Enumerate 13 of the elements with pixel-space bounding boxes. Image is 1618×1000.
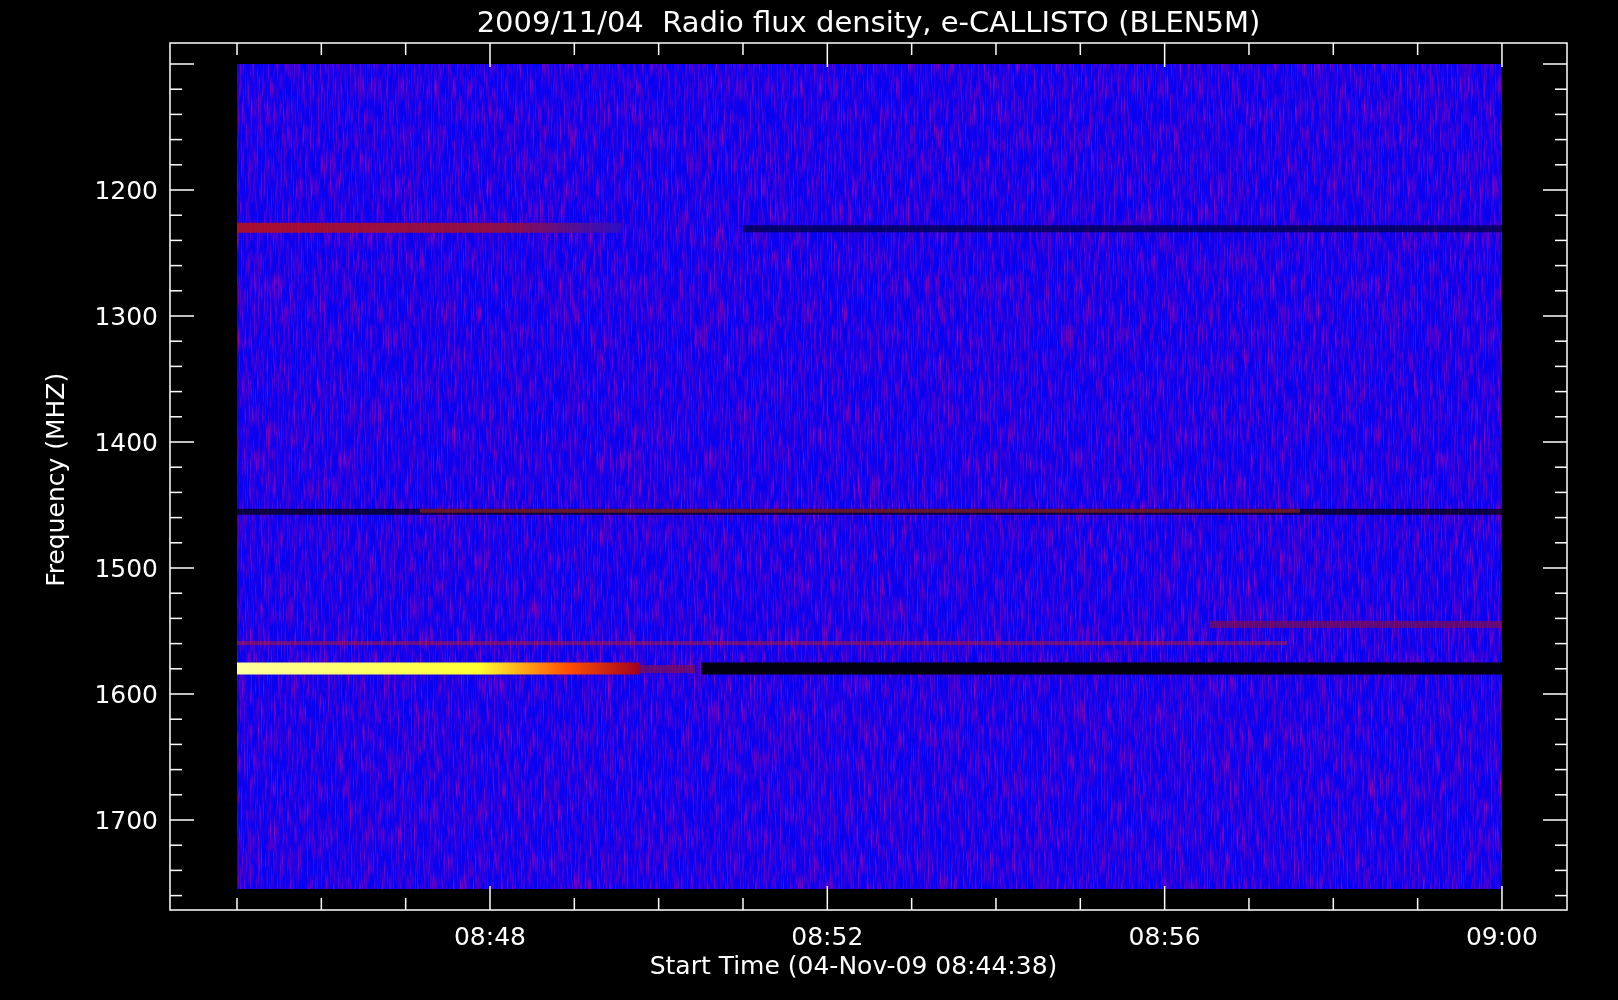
tick-label: 09:00 [1465, 922, 1538, 951]
tick-label: 1500 [94, 554, 158, 583]
tick-label: 08:52 [791, 922, 864, 951]
axis-label: Frequency (MHZ) [41, 372, 70, 587]
tick-label: 08:48 [454, 922, 526, 951]
tick-label: 1400 [94, 428, 158, 457]
axis-label: Start Time (04-Nov-09 08:44:38) [649, 951, 1058, 980]
tick-label: 08:56 [1128, 922, 1201, 951]
tick-label: 1200 [94, 176, 158, 205]
tick-label: 1600 [94, 680, 158, 709]
tick-label: 1300 [94, 302, 158, 331]
tick-label: 1700 [94, 806, 158, 835]
plot-title: 2009/11/04 Radio flux density, e-CALLISTO (BLEN5M) [476, 5, 1261, 39]
